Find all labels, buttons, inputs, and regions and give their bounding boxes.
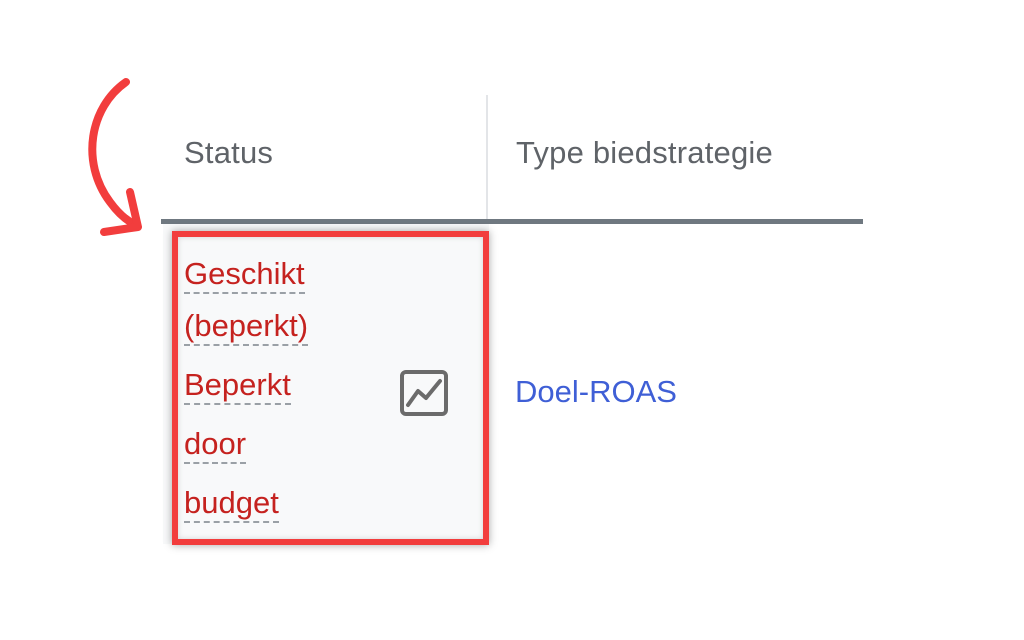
column-header-bid-strategy-type[interactable]: Type biedstrategie — [516, 135, 773, 171]
screenshot-canvas: Status Type biedstrategie Geschikt (bepe… — [0, 0, 1024, 640]
status-text-list: Geschikt (beperkt) Beperkt door budget — [184, 255, 364, 543]
column-header-status[interactable]: Status — [184, 135, 273, 171]
status-text-limited[interactable]: (beperkt) — [184, 307, 309, 346]
bid-strategy-link[interactable]: Doel-ROAS — [515, 374, 677, 410]
status-text-by[interactable]: door — [184, 425, 247, 464]
status-text-eligible[interactable]: Geschikt — [184, 255, 305, 294]
status-text-limited-by[interactable]: Beperkt — [184, 366, 291, 405]
trend-chart-icon[interactable] — [398, 368, 450, 418]
status-text-budget[interactable]: budget — [184, 484, 279, 523]
column-divider — [486, 95, 488, 223]
